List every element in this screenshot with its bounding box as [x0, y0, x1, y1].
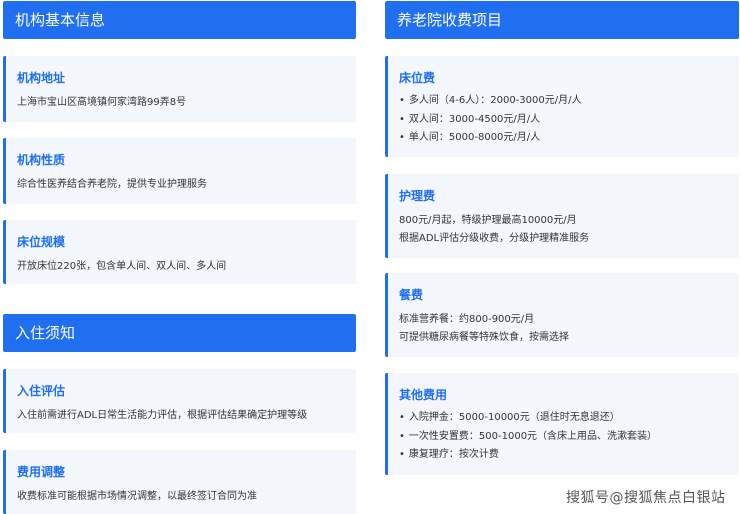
card-title: 餐费 — [399, 288, 424, 302]
text-line: 标准营养餐：约800-900元/月 — [399, 314, 535, 325]
card-text: 入住前需进行ADL日常生活能力评估，根据评估结果确定护理等级 — [17, 410, 308, 421]
list-item: 康复理疗：按次计费 — [399, 446, 739, 465]
card-title: 机构地址 — [17, 71, 66, 85]
card-care-fee: 护理费 800元/月起，特级护理最高10000元/月 根据ADL评估分级收费，分… — [385, 174, 739, 258]
card-text: 标准营养餐：约800-900元/月 可提供糖尿病餐等特殊饮食，按需选择 — [399, 311, 739, 347]
card-text: 上海市宝山区高境镇何家湾路99弄8号 — [17, 97, 187, 108]
card-title: 床位费 — [399, 71, 436, 85]
section-header-admission: 入住须知 — [3, 314, 356, 352]
card-title: 床位规模 — [17, 235, 66, 249]
watermark: 搜狐号@搜狐焦点白银站 — [566, 490, 726, 506]
list-item: 入院押金：5000-10000元（退住时无息退还） — [399, 409, 739, 428]
card-text: 收费标准可能根据市场情况调整，以最终签订合同为准 — [17, 491, 257, 502]
section-header-basic-info: 机构基本信息 — [3, 1, 356, 39]
fee-list: 入院押金：5000-10000元（退住时无息退还） 一次性安置费：500-100… — [399, 409, 739, 465]
section-header-fees: 养老院收费项目 — [385, 1, 739, 39]
card-title: 护理费 — [399, 189, 436, 203]
card-title: 费用调整 — [17, 465, 66, 479]
card-bed-scale: 床位规模 开放床位220张，包含单人间、双人间、多人间 — [3, 220, 356, 284]
card-text: 800元/月起，特级护理最高10000元/月 根据ADL评估分级收费，分级护理精… — [399, 212, 739, 248]
card-title: 入住评估 — [17, 384, 66, 398]
card-title: 机构性质 — [17, 153, 66, 167]
text-line: 根据ADL评估分级收费，分级护理精准服务 — [399, 233, 590, 244]
card-assessment: 入住评估 入住前需进行ADL日常生活能力评估，根据评估结果确定护理等级 — [3, 369, 356, 433]
list-item: 单人间：5000-8000元/月/人 — [399, 129, 739, 148]
text-line: 可提供糖尿病餐等特殊饮食，按需选择 — [399, 332, 569, 343]
card-bed-fee: 床位费 多人间（4-6人）：2000-3000元/月/人 双人间：3000-45… — [385, 56, 739, 157]
text-line: 800元/月起，特级护理最高10000元/月 — [399, 215, 577, 226]
card-fee-adjust: 费用调整 收费标准可能根据市场情况调整，以最终签订合同为准 — [3, 450, 356, 514]
card-other-fee: 其他费用 入院押金：5000-10000元（退住时无息退还） 一次性安置费：50… — [385, 373, 739, 475]
card-text: 综合性医养结合养老院，提供专业护理服务 — [17, 179, 207, 190]
card-address: 机构地址 上海市宝山区高境镇何家湾路99弄8号 — [3, 56, 356, 122]
card-title: 其他费用 — [399, 388, 448, 402]
fee-list: 多人间（4-6人）：2000-3000元/月/人 双人间：3000-4500元/… — [399, 92, 739, 148]
card-meal-fee: 餐费 标准营养餐：约800-900元/月 可提供糖尿病餐等特殊饮食，按需选择 — [385, 273, 739, 357]
list-item: 一次性安置费：500-1000元（含床上用品、洗漱套装） — [399, 428, 739, 447]
list-item: 双人间：3000-4500元/月/人 — [399, 111, 739, 130]
card-nature: 机构性质 综合性医养结合养老院，提供专业护理服务 — [3, 138, 356, 204]
list-item: 多人间（4-6人）：2000-3000元/月/人 — [399, 92, 739, 111]
card-text: 开放床位220张，包含单人间、双人间、多人间 — [17, 261, 227, 272]
